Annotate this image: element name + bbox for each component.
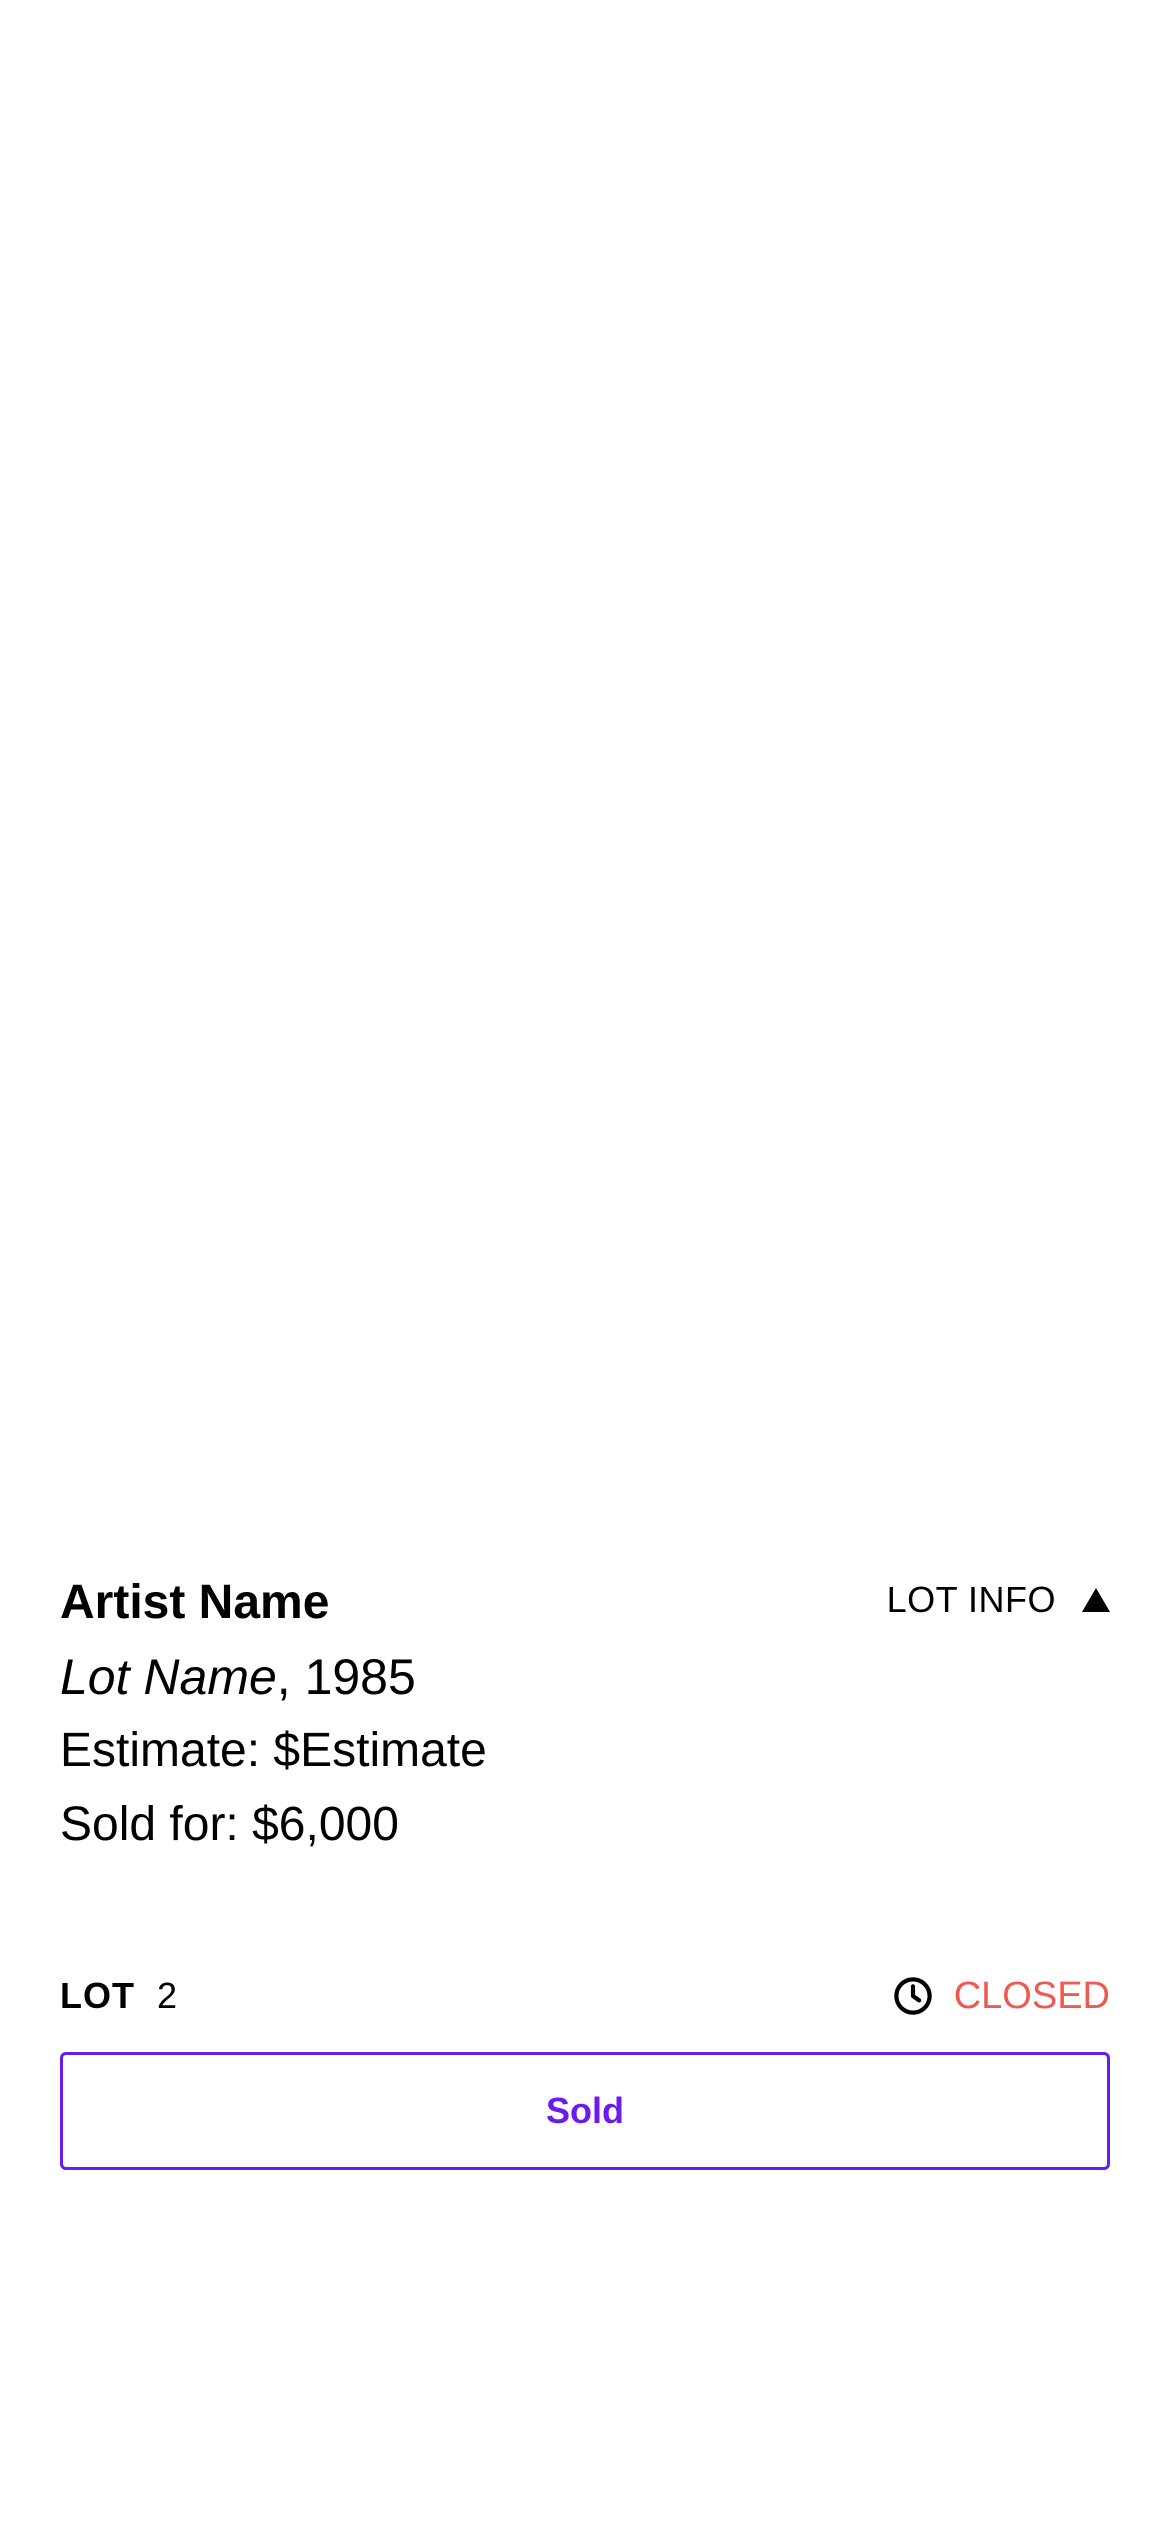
status-indicator: CLOSED [892,1975,1110,2018]
clock-icon [893,1977,932,2015]
triangle-up-icon [1082,1588,1110,1612]
lot-label: LOT [60,1975,135,2016]
lot-detail-page: Artist Name Lot Name, 1985 Estimate: $Es… [0,0,1170,2532]
lot-info-toggle[interactable]: LOT INFO [887,1575,1110,1625]
lot-year: , 1985 [276,1649,416,1705]
status-closed-label: CLOSED [953,1974,1110,2017]
lot-number: LOT 2 [60,1975,177,2017]
lot-status-row: LOT 2 CLOSED [60,1970,1110,2022]
lot-info-label: LOT INFO [886,1579,1056,1620]
lot-details: Artist Name Lot Name, 1985 Estimate: $Es… [60,1575,1110,1855]
sold-price: Sold for: $6,000 [60,1798,399,1851]
lot-name: Lot Name [60,1649,277,1705]
lot-title: Lot Name, 1985 [60,1647,1110,1707]
estimate: Estimate: $Estimate [60,1724,487,1777]
sold-button[interactable]: Sold [60,2052,1110,2170]
lot-image-area [0,0,1170,1500]
lot-number-value: 2 [156,1975,178,2016]
